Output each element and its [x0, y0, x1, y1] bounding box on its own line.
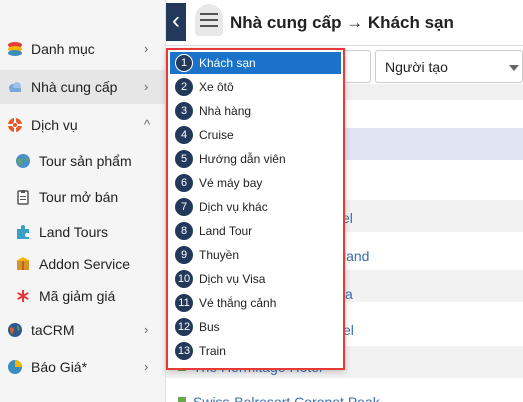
dropdown-item-thuyen[interactable]: 9 Thuyền — [170, 244, 341, 266]
dropdown-item-label: Xe ôtô — [199, 80, 234, 94]
hamburger-icon — [200, 25, 218, 27]
item-number-badge: 8 — [175, 222, 193, 240]
dropdown-item-label: Vé máy bay — [199, 176, 263, 190]
item-number-badge: 13 — [175, 342, 193, 360]
dropdown-item-ve-thang-canh[interactable]: 11 Vé thắng cảnh — [170, 292, 341, 314]
supplier-type-dropdown: 1 Khách sạn 2 Xe ôtô 3 Nhà hàng 4 Cruise… — [166, 48, 345, 370]
pie-icon — [8, 360, 22, 374]
sidebar-subitem-label: Tour mở bán — [39, 189, 119, 205]
filter-input[interactable] — [344, 50, 371, 83]
sidebar-subitem-label: Tour sản phẩm — [39, 153, 132, 169]
chevron-right-icon: › — [144, 41, 149, 56]
cloud-icon — [9, 82, 21, 92]
item-number-badge: 4 — [175, 126, 193, 144]
dropdown-item-label: Dịch vụ Visa — [199, 272, 266, 286]
dropdown-item-bus[interactable]: 12 Bus — [170, 316, 341, 338]
dropdown-item-dich-vu-visa[interactable]: 10 Dịch vụ Visa — [170, 268, 341, 290]
dropdown-item-label: Bus — [199, 320, 220, 334]
item-number-badge: 12 — [175, 318, 193, 336]
dropdown-item-xe-oto[interactable]: 2 Xe ôtô — [170, 76, 341, 98]
sidebar-subitem-tour-san-pham[interactable]: Tour sản phẩm — [0, 145, 166, 177]
item-number-badge: 1 — [175, 54, 193, 72]
dropdown-item-cruise[interactable]: 4 Cruise — [170, 124, 341, 146]
globe-icon — [8, 323, 22, 337]
dropdown-item-label: Land Tour — [199, 224, 253, 238]
sidebar-item-label: Báo Giá* — [31, 359, 88, 375]
item-number-badge: 2 — [175, 78, 193, 96]
sidebar: Danh mục › Nhà cung cấp › Dịch vụ ^ Tour… — [0, 0, 166, 402]
item-number-badge: 10 — [175, 270, 193, 288]
chevron-right-icon: › — [144, 79, 149, 94]
caret-down-icon — [509, 65, 519, 71]
sidebar-item-label: Dịch vụ — [31, 117, 78, 133]
sidebar-subitem-label: Land Tours — [39, 224, 109, 240]
puzzle-icon — [17, 225, 29, 239]
item-number-badge: 5 — [175, 150, 193, 168]
sidebar-item-label: Nhà cung cấp — [31, 79, 118, 95]
box-icon — [16, 257, 30, 270]
creator-select[interactable]: Người tạo — [375, 50, 523, 83]
sidebar-subitem-label: Mã giảm giá — [39, 288, 116, 304]
back-button[interactable]: ‹ — [166, 3, 186, 41]
sidebar-item-bao-gia[interactable]: Báo Giá* › — [0, 350, 166, 384]
chevron-up-icon: ^ — [144, 117, 151, 132]
hotel-link[interactable]: a — [345, 286, 353, 302]
item-number-badge: 11 — [175, 294, 193, 312]
sidebar-item-danh-muc[interactable]: Danh mục › — [0, 32, 166, 66]
sidebar-subitem-land-tours[interactable]: Land Tours — [0, 216, 166, 248]
clipboard-icon — [17, 190, 29, 205]
item-number-badge: 3 — [175, 102, 193, 120]
dropdown-item-ve-may-bay[interactable]: 6 Vé máy bay — [170, 172, 341, 194]
creator-select-label: Người tạo — [385, 59, 448, 75]
page-title: Nhà cung cấp → Khách sạn — [230, 13, 454, 32]
dropdown-item-label: Cruise — [199, 128, 234, 142]
sidebar-subitem-ma-giam-gia[interactable]: Mã giảm giá — [0, 280, 166, 312]
sidebar-subitem-tour-mo-ban[interactable]: Tour mở bán — [0, 181, 166, 213]
menu-toggle-button[interactable] — [195, 4, 223, 36]
status-dot — [178, 397, 186, 402]
dropdown-item-nha-hang[interactable]: 3 Nhà hàng — [170, 100, 341, 122]
hamburger-icon — [200, 13, 218, 15]
chevron-right-icon: › — [144, 322, 149, 337]
dropdown-item-khach-san[interactable]: 1 Khách sạn — [170, 52, 341, 74]
sidebar-item-label: taCRM — [31, 322, 75, 338]
sidebar-item-nha-cung-cap[interactable]: Nhà cung cấp › — [0, 70, 166, 104]
sidebar-subitem-addon-service[interactable]: Addon Service — [0, 248, 166, 280]
dropdown-item-huong-dan-vien[interactable]: 5 Hướng dẫn viên — [170, 148, 341, 170]
dropdown-item-label: Train — [199, 344, 226, 358]
dropdown-item-label: Hướng dẫn viên — [199, 152, 286, 166]
asterisk-icon — [17, 290, 29, 302]
dropdown-item-label: Nhà hàng — [199, 104, 252, 118]
lifebuoy-icon — [8, 118, 22, 132]
item-number-badge: 7 — [175, 198, 193, 216]
sidebar-item-tacrm[interactable]: taCRM › — [0, 313, 166, 347]
dropdown-item-label: Vé thắng cảnh — [199, 296, 277, 310]
dropdown-item-label: Khách sạn — [199, 56, 256, 70]
dropdown-item-land-tour[interactable]: 8 Land Tour — [170, 220, 341, 242]
item-number-badge: 9 — [175, 246, 193, 264]
dropdown-item-label: Thuyền — [199, 248, 240, 262]
dropdown-item-dich-vu-khac[interactable]: 7 Dịch vụ khác — [170, 196, 341, 218]
sidebar-item-label: Danh mục — [31, 41, 95, 57]
dropdown-item-train[interactable]: 13 Train — [170, 340, 341, 362]
chevron-right-icon: › — [144, 359, 149, 374]
hotel-link[interactable]: land — [343, 248, 369, 264]
hamburger-icon — [200, 19, 218, 21]
stack-icon — [8, 42, 22, 56]
sidebar-subitem-label: Addon Service — [39, 256, 131, 272]
hotel-link[interactable]: Swiss-Belresort Coronet Peak — [193, 394, 380, 402]
item-number-badge: 6 — [175, 174, 193, 192]
globe-icon — [16, 154, 30, 168]
sidebar-item-dich-vu[interactable]: Dịch vụ ^ — [0, 108, 166, 142]
dropdown-item-label: Dịch vụ khác — [199, 200, 268, 214]
